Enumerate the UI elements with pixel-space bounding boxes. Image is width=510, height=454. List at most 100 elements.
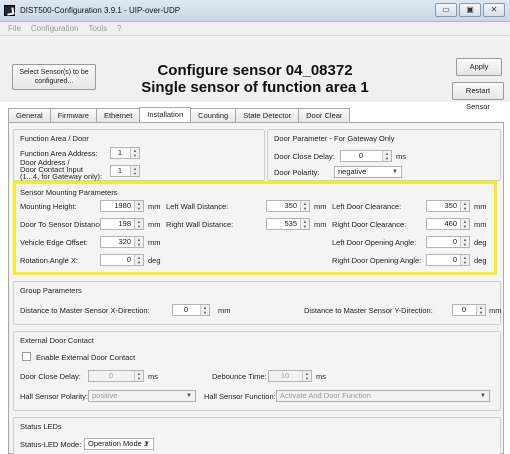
function-area-group: Function Area / Door Function Area Addre… <box>13 129 265 181</box>
mounting-height-value: 1980 <box>114 201 131 210</box>
spinner-arrows-icon[interactable]: ▲ ▼ <box>200 305 209 315</box>
right-wall-spinner[interactable]: 535 ▲ ▼ <box>266 218 310 230</box>
apply-button[interactable]: Apply <box>456 58 502 76</box>
restart-sensor-button[interactable]: Restart Sensor <box>452 82 504 111</box>
menu-bar: File Configuration Tools ? <box>0 22 510 36</box>
spinner-arrows-icon[interactable]: ▲ ▼ <box>130 166 139 176</box>
unit-deg: deg <box>474 238 487 247</box>
menu-configuration[interactable]: Configuration <box>31 24 79 33</box>
door-close-delay-spinner[interactable]: 0 ▲ ▼ <box>340 150 392 162</box>
close-button[interactable]: ✕ <box>483 3 505 17</box>
debounce-time-label: Debounce Time: <box>212 372 267 381</box>
spinner-arrows-icon[interactable]: ▲ ▼ <box>460 219 469 229</box>
spinner-arrows-icon[interactable]: ▲ ▼ <box>382 151 391 161</box>
group-parameters-title: Group Parameters <box>20 286 82 295</box>
ext-door-close-delay-spinner[interactable]: 0 ▲ ▼ <box>88 370 144 382</box>
chevron-down-icon: ▼ <box>392 169 398 175</box>
enable-external-door-label: Enable External Door Contact <box>36 353 136 362</box>
vehicle-edge-spinner[interactable]: 320 ▲ ▼ <box>100 236 144 248</box>
left-door-angle-label: Left Door Opening Angle: <box>332 238 417 247</box>
app-icon <box>4 5 15 16</box>
door-polarity-label: Door Polarity: <box>274 168 320 177</box>
left-door-clearance-value: 350 <box>444 201 457 210</box>
function-area-title: Function Area / Door <box>20 134 89 143</box>
right-door-angle-label: Right Door Opening Angle: <box>332 256 422 265</box>
unit-deg: deg <box>148 256 161 265</box>
spinner-arrows-icon[interactable]: ▲ ▼ <box>134 219 143 229</box>
master-x-spinner[interactable]: 0 ▲ ▼ <box>172 304 210 316</box>
tab-state-detector[interactable]: State Detector <box>235 108 300 122</box>
master-y-value: 0 <box>461 305 467 314</box>
door-close-delay-value: 0 <box>358 151 364 160</box>
master-x-value: 0 <box>183 305 189 314</box>
status-led-mode-label: Status-LED Mode: <box>20 440 82 449</box>
external-door-title: External Door Contact <box>20 336 94 345</box>
window-title: DIST500-Configuration 3.9.1 - UIP-over-U… <box>20 6 181 15</box>
spinner-arrows-icon[interactable]: ▲ ▼ <box>134 201 143 211</box>
tab-counting[interactable]: Counting <box>190 108 237 122</box>
maximize-button[interactable]: ▣ <box>459 3 481 17</box>
tab-firmware[interactable]: Firmware <box>49 108 97 122</box>
door-address-label-3: (1...4, for Gateway only): <box>20 172 103 181</box>
door-polarity-value: negative <box>338 167 367 176</box>
unit-mm: mm <box>474 202 487 211</box>
debounce-time-spinner[interactable]: 10 ▲ ▼ <box>268 370 312 382</box>
left-door-clearance-spinner[interactable]: 350 ▲ ▼ <box>426 200 470 212</box>
rotation-spinner[interactable]: 0 ▲ ▼ <box>100 254 144 266</box>
menu-tools[interactable]: Tools <box>88 24 107 33</box>
installation-panel: Function Area / Door Function Area Addre… <box>8 122 504 454</box>
spinner-arrows-icon[interactable]: ▲ ▼ <box>134 237 143 247</box>
door-close-delay-label: Door Close Delay: <box>274 152 335 161</box>
left-wall-value: 350 <box>284 201 297 210</box>
door-address-spinner[interactable]: 1 ▲ ▼ <box>110 165 140 177</box>
door-polarity-select[interactable]: negative ▼ <box>334 166 402 178</box>
tab-installation[interactable]: Installation <box>139 107 192 122</box>
mounting-height-spinner[interactable]: 1980 ▲ ▼ <box>100 200 144 212</box>
enable-external-door-checkbox[interactable] <box>22 352 31 361</box>
spinner-arrows-icon[interactable]: ▲ ▼ <box>460 237 469 247</box>
spinner-arrows-icon[interactable]: ▲ ▼ <box>300 219 309 229</box>
hall-function-value: Activate And Door Function <box>280 391 371 400</box>
unit-mm: mm <box>489 306 502 315</box>
right-door-clearance-label: Right Door Clearance: <box>332 220 407 229</box>
unit-deg: deg <box>474 256 487 265</box>
right-door-angle-value: 0 <box>452 255 457 264</box>
right-door-clearance-spinner[interactable]: 460 ▲ ▼ <box>426 218 470 230</box>
door-close-delay-unit: ms <box>396 152 406 161</box>
status-led-mode-select[interactable]: Operation Mode 1 ▼ <box>84 438 154 450</box>
menu-help[interactable]: ? <box>117 24 121 33</box>
spinner-arrows-icon[interactable]: ▲ ▼ <box>302 371 311 381</box>
hall-function-select[interactable]: Activate And Door Function ▼ <box>276 390 490 402</box>
minimize-button[interactable]: ▭ <box>435 3 457 17</box>
unit-mm: mm <box>148 202 161 211</box>
hall-polarity-select[interactable]: positive ▼ <box>88 390 196 402</box>
left-wall-spinner[interactable]: 350 ▲ ▼ <box>266 200 310 212</box>
spinner-arrows-icon[interactable]: ▲ ▼ <box>476 305 485 315</box>
right-door-angle-spinner[interactable]: 0 ▲ ▼ <box>426 254 470 266</box>
door-parameter-title: Door Parameter - For Gateway Only <box>274 134 395 143</box>
spinner-arrows-icon[interactable]: ▲ ▼ <box>460 255 469 265</box>
door-parameter-group: Door Parameter - For Gateway Only Door C… <box>267 129 501 181</box>
spinner-arrows-icon[interactable]: ▲ ▼ <box>134 255 143 265</box>
mounting-group: Sensor Mounting Parameters Mounting Heig… <box>13 183 497 273</box>
header: Select Sensor(s) to be configured... Con… <box>0 36 510 111</box>
spinner-arrows-icon[interactable]: ▲ ▼ <box>134 371 143 381</box>
spinner-arrows-icon[interactable]: ▲ ▼ <box>130 148 139 158</box>
unit-mm: mm <box>314 202 327 211</box>
tab-door-clear[interactable]: Door Clear <box>298 108 351 122</box>
right-wall-label: Right Wall Distance: <box>166 220 234 229</box>
tab-ethernet[interactable]: Ethernet <box>95 108 141 122</box>
door-address-value: 1 <box>117 166 123 175</box>
master-y-spinner[interactable]: 0 ▲ ▼ <box>452 304 486 316</box>
group-parameters-group: Group Parameters Distance to Master Sens… <box>13 281 502 325</box>
door-to-sensor-spinner[interactable]: 198 ▲ ▼ <box>100 218 144 230</box>
hall-polarity-label: Hall Sensor Polarity: <box>20 392 88 401</box>
area-address-spinner[interactable]: 1 ▲ ▼ <box>110 147 140 159</box>
chevron-down-icon: ▼ <box>144 441 150 447</box>
left-door-angle-spinner[interactable]: 0 ▲ ▼ <box>426 236 470 248</box>
spinner-arrows-icon[interactable]: ▲ ▼ <box>300 201 309 211</box>
left-door-clearance-label: Left Door Clearance: <box>332 202 402 211</box>
menu-file[interactable]: File <box>8 24 21 33</box>
tab-general[interactable]: General <box>8 108 51 122</box>
spinner-arrows-icon[interactable]: ▲ ▼ <box>460 201 469 211</box>
